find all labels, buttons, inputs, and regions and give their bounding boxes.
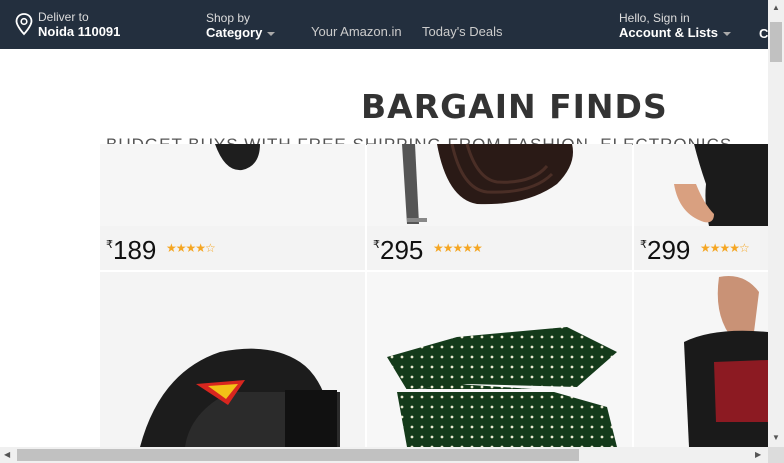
sign-in-greeting: Hello, Sign in bbox=[619, 11, 690, 25]
deliver-label: Deliver to bbox=[38, 10, 89, 24]
product-card[interactable] bbox=[634, 272, 768, 447]
account-lists-menu[interactable]: Hello, Sign in Account & Lists bbox=[619, 11, 731, 41]
scroll-up-arrow-icon[interactable]: ▲ bbox=[772, 3, 780, 12]
product-price: ₹295 bbox=[373, 235, 423, 266]
vertical-scrollbar[interactable]: ▲ ▼ bbox=[768, 0, 784, 447]
scroll-down-arrow-icon[interactable]: ▼ bbox=[772, 433, 780, 442]
category-label: Category bbox=[206, 25, 263, 40]
product-image[interactable] bbox=[100, 144, 365, 226]
page-title: BARGAIN FINDS bbox=[361, 87, 668, 126]
main-content: BARGAIN FINDS BUDGET BUYS WITH FREE SHIP… bbox=[0, 49, 768, 447]
star-rating: ★★★★☆ bbox=[700, 241, 750, 255]
scrollbar-corner bbox=[768, 447, 784, 463]
location-pin-icon bbox=[15, 13, 33, 36]
product-card[interactable]: ₹295 ★★★★★ bbox=[367, 144, 632, 270]
scroll-left-arrow-icon[interactable]: ◀ bbox=[4, 450, 10, 459]
scroll-right-arrow-icon[interactable]: ▶ bbox=[755, 450, 761, 459]
product-grid: ₹189 ★★★★☆ ₹295 ★★★★★ ₹299 ★★★★☆ bbox=[100, 144, 768, 447]
product-image[interactable] bbox=[367, 144, 632, 226]
chevron-down-icon bbox=[267, 31, 276, 36]
vertical-scroll-thumb[interactable] bbox=[770, 22, 782, 62]
deliver-location: Noida 110091 bbox=[38, 24, 121, 39]
sunglasses-image bbox=[215, 144, 260, 171]
cart-link-partial[interactable]: C bbox=[759, 26, 768, 41]
product-price: ₹299 bbox=[640, 235, 690, 266]
your-amazon-link[interactable]: Your Amazon.in bbox=[311, 24, 402, 39]
price-value: 295 bbox=[380, 235, 424, 265]
product-card[interactable]: ₹299 ★★★★☆ bbox=[634, 144, 768, 270]
horizontal-scrollbar[interactable]: ◀ ▶ bbox=[0, 447, 768, 463]
currency-symbol: ₹ bbox=[373, 239, 380, 251]
product-price: ₹189 bbox=[106, 235, 156, 266]
tie-image bbox=[367, 327, 632, 447]
price-value: 189 bbox=[113, 235, 157, 265]
price-value: 299 bbox=[647, 235, 691, 265]
product-card[interactable] bbox=[100, 272, 365, 447]
star-rating: ★★★★★ bbox=[433, 241, 483, 255]
star-rating: ★★★★☆ bbox=[166, 241, 216, 255]
account-lists-label: Account & Lists bbox=[619, 25, 718, 40]
tshirt-image bbox=[674, 144, 768, 226]
belt-image bbox=[402, 144, 573, 224]
currency-symbol: ₹ bbox=[640, 239, 647, 251]
chevron-down-icon bbox=[722, 31, 731, 36]
shop-by-category-menu[interactable]: Shop by Category bbox=[206, 11, 276, 41]
todays-deals-link[interactable]: Today's Deals bbox=[422, 24, 503, 39]
shop-by-label: Shop by bbox=[206, 11, 251, 25]
deliver-to-location[interactable]: Deliver to Noida 110091 bbox=[14, 10, 120, 39]
currency-symbol: ₹ bbox=[106, 239, 113, 251]
product-image[interactable] bbox=[634, 144, 768, 226]
polo-tshirt-image bbox=[684, 276, 768, 447]
cap-image bbox=[140, 348, 340, 447]
product-card[interactable]: ₹189 ★★★★☆ bbox=[100, 144, 365, 270]
top-navbar: Deliver to Noida 110091 Shop by Category… bbox=[0, 0, 768, 49]
horizontal-scroll-thumb[interactable] bbox=[17, 449, 579, 461]
product-card[interactable] bbox=[367, 272, 632, 447]
